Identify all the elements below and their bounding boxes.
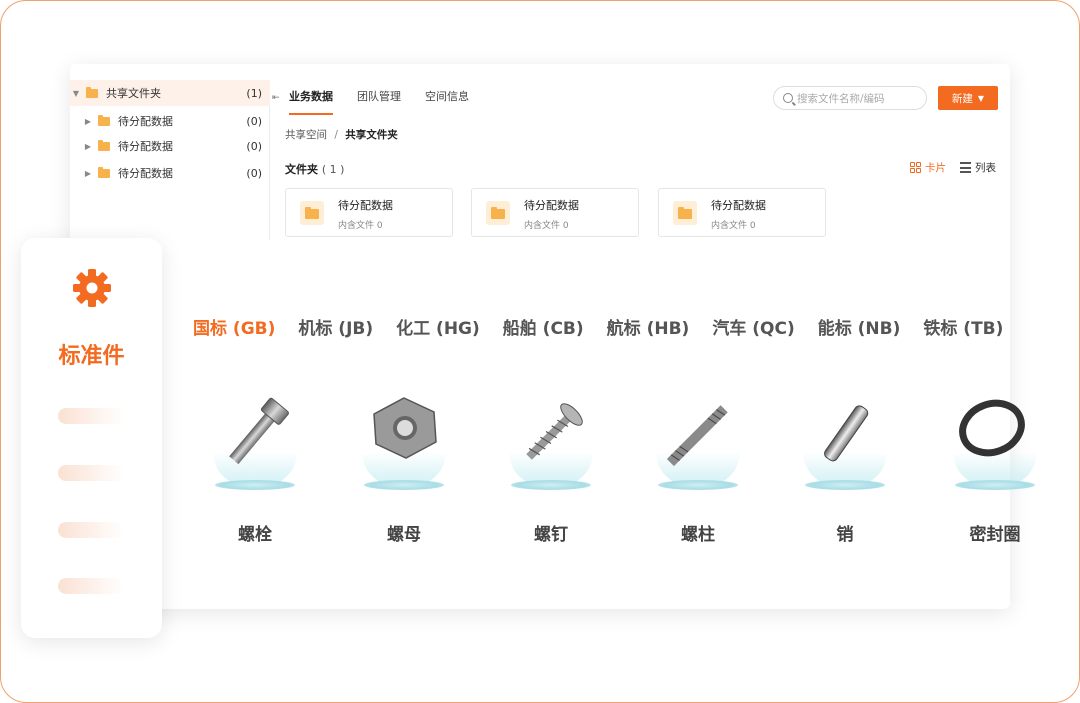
folder-section-label: 文件夹 xyxy=(285,163,318,176)
folder-card-name: 待分配数据 xyxy=(524,199,579,212)
folder-card[interactable]: 待分配数据 内含文件 0 xyxy=(285,188,453,237)
part-bolt[interactable]: 螺栓 xyxy=(205,390,305,550)
part-name: 螺母 xyxy=(387,525,421,545)
collapse-sidebar-icon[interactable]: ⇤ xyxy=(272,93,280,103)
tree-item-label: 待分配数据 xyxy=(118,140,173,153)
caret-down-icon: ▼ xyxy=(977,93,985,103)
tab-team-management[interactable]: 团队管理 xyxy=(357,88,401,115)
folder-icon xyxy=(486,201,510,225)
tree-item-count: (1) xyxy=(246,86,262,100)
caret-right-icon[interactable]: ▶ xyxy=(84,142,92,151)
nut-icon xyxy=(373,397,437,459)
view-list-toggle[interactable]: 列表 xyxy=(960,160,996,175)
folder-card-subtext: 内含文件 0 xyxy=(338,221,383,231)
tree-item-count: (0) xyxy=(246,114,262,128)
folder-icon xyxy=(673,201,697,225)
grid-icon xyxy=(910,162,921,173)
folder-card-name: 待分配数据 xyxy=(338,199,393,212)
tab-business-data[interactable]: 业务数据 xyxy=(289,88,333,115)
standard-tabs: 国标 (GB) 机标 (JB) 化工 (HG) 船舶 (CB) 航标 (HB) … xyxy=(193,314,1003,339)
bolt-icon xyxy=(229,397,289,465)
gear-icon xyxy=(73,269,111,307)
folder-tree: ▼ 共享文件夹 (1) ▶ 待分配数据 (0) ▶ 待分配数据 (0) ▶ 待分… xyxy=(70,80,270,240)
tree-item-count: (0) xyxy=(246,139,262,153)
screw-icon xyxy=(526,403,583,460)
part-name: 销 xyxy=(836,525,854,545)
part-name: 密封圈 xyxy=(969,525,1021,545)
breadcrumb-parent[interactable]: 共享空间 xyxy=(285,129,327,141)
list-icon xyxy=(960,162,971,173)
breadcrumb: 共享空间 / 共享文件夹 xyxy=(285,127,398,142)
part-name: 螺柱 xyxy=(681,525,715,545)
part-stud[interactable]: 螺柱 xyxy=(648,390,748,550)
tab-standard-hb[interactable]: 航标 (HB) xyxy=(607,314,690,339)
folder-card-subtext: 内含文件 0 xyxy=(524,221,569,231)
seal-ring-icon xyxy=(959,399,1025,457)
part-name: 螺钉 xyxy=(534,525,568,545)
tree-item[interactable]: ▶ 待分配数据 (0) xyxy=(70,108,270,134)
tree-item[interactable]: ▶ 待分配数据 (0) xyxy=(70,133,270,159)
folder-section-count: ( 1 ) xyxy=(321,163,345,176)
caret-down-icon[interactable]: ▼ xyxy=(72,89,80,98)
tab-standard-qc[interactable]: 汽车 (QC) xyxy=(712,314,794,339)
tree-item-count: (0) xyxy=(246,166,262,180)
folder-card-name: 待分配数据 xyxy=(711,199,766,212)
folder-icon xyxy=(300,201,324,225)
tab-standard-cb[interactable]: 船舶 (CB) xyxy=(503,314,584,339)
search-placeholder: 搜索文件名称/编码 xyxy=(797,92,885,105)
folder-card[interactable]: 待分配数据 内含文件 0 xyxy=(658,188,826,237)
tab-standard-hg[interactable]: 化工 (HG) xyxy=(396,314,480,339)
folder-card-subtext: 内含文件 0 xyxy=(711,221,756,231)
folder-icon xyxy=(86,86,98,98)
part-seal-ring[interactable]: 密封圈 xyxy=(945,390,1045,550)
folder-section-title: 文件夹 ( 1 ) xyxy=(285,161,344,177)
part-pin[interactable]: 销 xyxy=(795,390,895,550)
tab-standard-jb[interactable]: 机标 (JB) xyxy=(298,314,373,339)
tree-item-label: 待分配数据 xyxy=(118,167,173,180)
caret-right-icon[interactable]: ▶ xyxy=(84,117,92,126)
new-button-label: 新建 xyxy=(951,92,973,105)
new-button[interactable]: 新建 ▼ xyxy=(938,86,998,110)
folder-icon xyxy=(98,166,110,178)
placeholder-bar xyxy=(58,522,124,538)
search-input[interactable]: 搜索文件名称/编码 xyxy=(773,86,927,110)
view-card-toggle[interactable]: 卡片 xyxy=(910,160,946,175)
folder-icon xyxy=(98,114,110,126)
placeholder-bar xyxy=(58,578,124,594)
tab-standard-nb[interactable]: 能标 (NB) xyxy=(818,314,901,339)
tree-item-root[interactable]: ▼ 共享文件夹 (1) xyxy=(70,80,270,106)
panel-title: 标准件 xyxy=(58,344,125,369)
part-name: 螺栓 xyxy=(238,525,272,545)
tab-standard-tb[interactable]: 铁标 (TB) xyxy=(923,314,1003,339)
tree-item[interactable]: ▶ 待分配数据 (0) xyxy=(70,160,270,186)
pin-icon xyxy=(824,405,869,462)
breadcrumb-separator: / xyxy=(334,129,338,141)
standard-parts-panel: 标准件 xyxy=(21,238,162,638)
search-icon xyxy=(783,93,793,103)
part-screw[interactable]: 螺钉 xyxy=(501,390,601,550)
caret-right-icon[interactable]: ▶ xyxy=(84,169,92,178)
tree-item-label: 待分配数据 xyxy=(118,115,173,128)
tab-standard-gb[interactable]: 国标 (GB) xyxy=(193,314,275,339)
part-nut[interactable]: 螺母 xyxy=(354,390,454,550)
folder-card[interactable]: 待分配数据 内含文件 0 xyxy=(471,188,639,237)
view-card-label: 卡片 xyxy=(925,162,946,174)
view-list-label: 列表 xyxy=(975,162,996,174)
tab-space-info[interactable]: 空间信息 xyxy=(425,88,469,115)
tree-item-label: 共享文件夹 xyxy=(106,87,161,100)
top-tabs: 业务数据 团队管理 空间信息 xyxy=(289,88,469,115)
stud-icon xyxy=(666,405,728,467)
placeholder-bar xyxy=(58,408,124,424)
placeholder-bar xyxy=(58,465,124,481)
folder-icon xyxy=(98,139,110,151)
breadcrumb-current: 共享文件夹 xyxy=(345,129,398,141)
